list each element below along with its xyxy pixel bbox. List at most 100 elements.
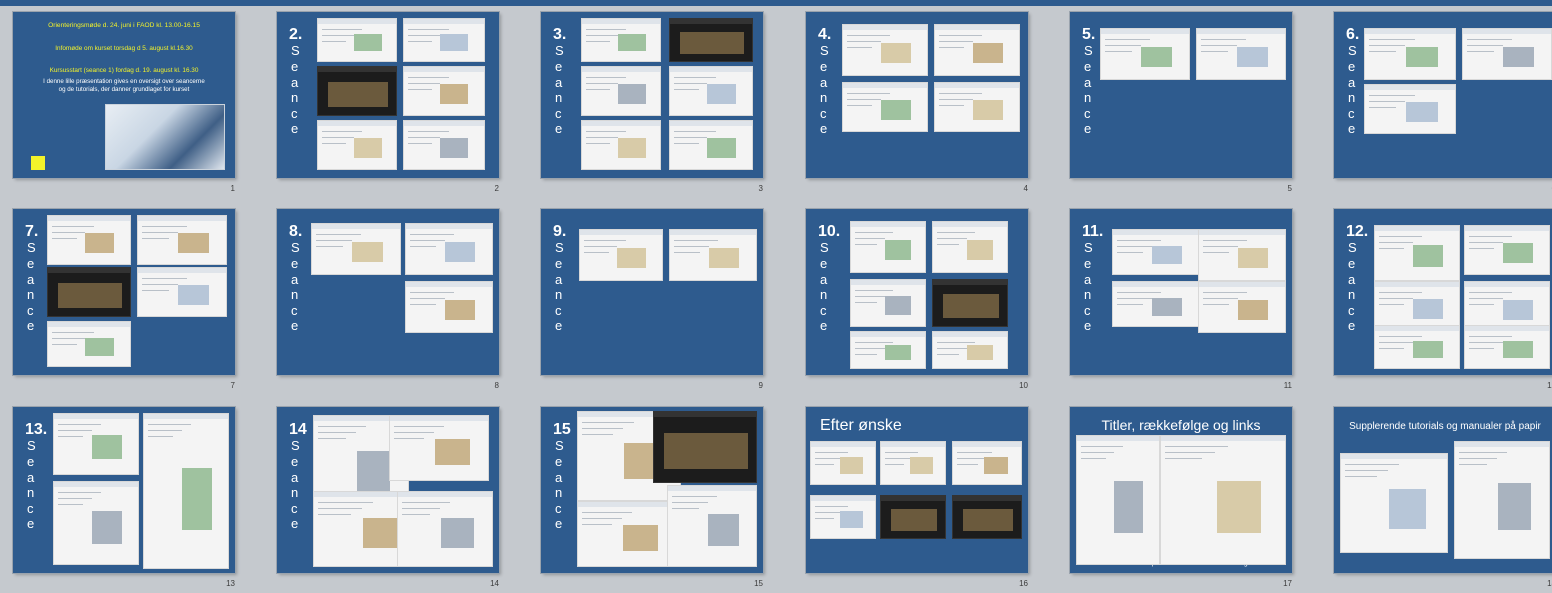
slide-number: 8 xyxy=(494,381,499,390)
screenshot-thumbnail xyxy=(137,215,227,265)
slide-thumbnail-16[interactable]: Efter ønske xyxy=(806,407,1028,573)
seance-word: Seance xyxy=(1348,43,1357,137)
seance-number: 13. xyxy=(25,421,48,438)
slide-title: Supplerende tutorials og manualer på pap… xyxy=(1349,421,1541,432)
seance-number: 4. xyxy=(818,26,832,43)
slide-thumbnail-17[interactable]: Titler, rækkefølge og linksTi 77 tutoria… xyxy=(1070,407,1292,573)
slide-title: 9. Seance xyxy=(553,223,567,334)
screenshot-thumbnail xyxy=(1464,325,1550,369)
screenshot-thumbnail xyxy=(143,413,229,569)
slide-number: 17 xyxy=(1283,579,1292,588)
seance-word: Seance xyxy=(291,240,300,334)
seance-word: Seance xyxy=(1348,240,1357,334)
slide-thumbnail-9[interactable]: 9. Seance xyxy=(541,209,763,375)
screenshot-thumbnail xyxy=(669,66,753,116)
seance-word: Seance xyxy=(555,43,564,137)
screenshot-thumbnail xyxy=(403,18,485,62)
screenshot-thumbnail xyxy=(810,495,876,539)
slide-title: 8. Seance xyxy=(289,223,302,334)
screenshot-thumbnail xyxy=(952,495,1022,539)
slide-thumbnail-5[interactable]: 5. Seance xyxy=(1070,12,1292,178)
screenshot-thumbnail xyxy=(1198,229,1286,281)
slide-title: 12. Seance xyxy=(1346,223,1368,334)
seance-number: 11. xyxy=(1082,223,1104,240)
slide-title: Titler, rækkefølge og links xyxy=(1101,417,1261,433)
screenshot-thumbnail xyxy=(850,331,926,369)
slide-number: 16 xyxy=(1019,579,1028,588)
screenshot-thumbnail xyxy=(403,120,485,170)
screenshot-thumbnail xyxy=(669,229,757,281)
slide-number: 12 xyxy=(1547,381,1552,390)
screenshot-thumbnail xyxy=(1100,28,1190,80)
seance-word: Seance xyxy=(291,43,300,137)
slide-title: 11. Seance xyxy=(1082,223,1104,334)
slide-number: 7 xyxy=(230,381,235,390)
slide-thumbnail-4[interactable]: 4. Seance xyxy=(806,12,1028,178)
screenshot-thumbnail xyxy=(1464,225,1550,275)
slide-thumbnail-13[interactable]: 13. Seance xyxy=(13,407,235,573)
screenshot-thumbnail xyxy=(880,495,946,539)
screenshot-thumbnail xyxy=(53,413,139,475)
slide-thumbnail-6[interactable]: 6. Seance xyxy=(1334,12,1552,178)
screenshot-thumbnail xyxy=(317,66,397,116)
slide-number: 10 xyxy=(1019,381,1028,390)
cover-text: Kursusstart (seance 1) fordag d. 19. aug… xyxy=(49,67,199,74)
slide-title: 3. Seance xyxy=(553,26,566,137)
slide-number: 15 xyxy=(754,579,763,588)
seance-number: 5. xyxy=(1082,26,1096,43)
slide-thumbnail-8[interactable]: 8. Seance xyxy=(277,209,499,375)
slide-thumbnail-7[interactable]: 7. Seance xyxy=(13,209,235,375)
slide-number: 1 xyxy=(230,184,235,193)
screenshot-thumbnail xyxy=(581,18,661,62)
seance-number: 9. xyxy=(553,223,567,240)
slide-title: 2. Seance xyxy=(289,26,302,137)
seance-word: Seance xyxy=(27,240,36,334)
screenshot-thumbnail xyxy=(934,82,1020,132)
cover-text: I denne lille præsentation gives en over… xyxy=(43,78,205,85)
slide-number: 6 xyxy=(1536,184,1552,193)
slide-title: 14 Seance xyxy=(289,421,307,532)
slide-thumbnail-15[interactable]: 15 Seance xyxy=(541,407,763,573)
screenshot-thumbnail xyxy=(1374,325,1460,369)
screenshot-thumbnail xyxy=(669,120,753,170)
screenshot-thumbnail xyxy=(317,18,397,62)
slide-thumbnail-11[interactable]: 11. Seance xyxy=(1070,209,1292,375)
slide-number: 3 xyxy=(758,184,763,193)
seance-word: Seance xyxy=(1084,43,1093,137)
top-accent-bar xyxy=(0,0,1552,6)
screenshot-thumbnail xyxy=(1112,229,1200,275)
screenshot-thumbnail xyxy=(47,267,131,317)
slide-number: 4 xyxy=(1023,184,1028,193)
slide-thumbnail-10[interactable]: 10. Seance xyxy=(806,209,1028,375)
screenshot-thumbnail xyxy=(880,441,946,485)
screenshot-thumbnail xyxy=(669,18,753,62)
cover-text: Infomøde om kurset torsdag d 5. august k… xyxy=(55,45,193,52)
screenshot-thumbnail xyxy=(850,279,926,327)
slide-number: 13 xyxy=(226,579,235,588)
slide-title: 10. Seance xyxy=(818,223,840,334)
slide-thumbnail-3[interactable]: 3. Seance xyxy=(541,12,763,178)
screenshot-thumbnail xyxy=(842,24,928,76)
cover-text: og de tutorials, der danner grundlaget f… xyxy=(58,86,190,93)
screenshot-thumbnail xyxy=(581,66,661,116)
screenshot-thumbnail xyxy=(1196,28,1286,80)
screenshot-thumbnail xyxy=(405,281,493,333)
seance-word: Seance xyxy=(555,240,564,334)
slide-thumbnail-18[interactable]: Supplerende tutorials og manualer på pap… xyxy=(1334,407,1552,573)
screenshot-thumbnail xyxy=(1374,225,1460,281)
slide-title: 13. Seance xyxy=(25,421,48,532)
slide-thumbnail-2[interactable]: 2. Seance xyxy=(277,12,499,178)
slide-thumbnail-12[interactable]: 12. Seance xyxy=(1334,209,1552,375)
slide-title: 15 Seance xyxy=(553,421,571,532)
slide-thumbnail-1[interactable]: Orienteringsmøde d. 24. juni i FAOD kl. … xyxy=(13,12,235,178)
slide-number: 18 xyxy=(1547,579,1552,588)
seance-word: Seance xyxy=(820,240,829,334)
screenshot-thumbnail xyxy=(952,441,1022,485)
screenshot-thumbnail xyxy=(405,223,493,275)
screenshot-thumbnail xyxy=(934,24,1020,76)
seance-number: 14 xyxy=(289,421,307,438)
screenshot-thumbnail xyxy=(1076,435,1160,565)
screenshot-thumbnail xyxy=(137,267,227,317)
slide-thumbnail-14[interactable]: 14 Seance xyxy=(277,407,499,573)
screenshot-thumbnail xyxy=(1364,84,1456,134)
